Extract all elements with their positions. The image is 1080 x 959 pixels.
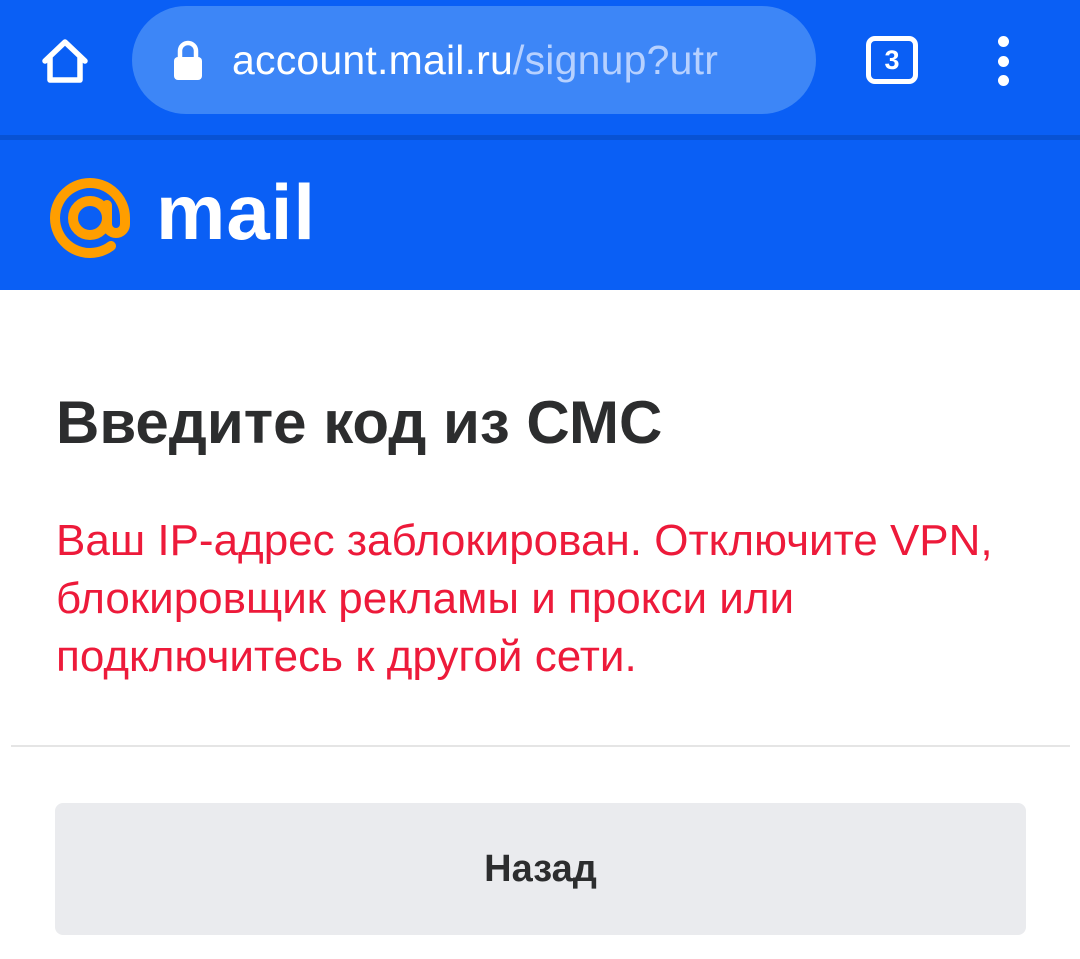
url-path: /signup?utr: [513, 36, 719, 83]
url-text: account.mail.ru/signup?utr: [232, 37, 718, 84]
home-button[interactable]: [32, 28, 98, 94]
browser-toolbar: account.mail.ru/signup?utr 3: [0, 0, 1080, 135]
page-title: Введите код из СМС: [56, 389, 663, 456]
at-sign-logo: [50, 178, 130, 258]
error-message: Ваш IP-адрес заблокирован. Отключите VPN…: [56, 516, 993, 681]
logo-text: mail: [156, 168, 317, 256]
lock-icon: [172, 38, 204, 82]
url-host: account.mail.ru: [232, 36, 514, 83]
address-bar[interactable]: account.mail.ru/signup?utr: [132, 6, 816, 114]
tab-switcher-button[interactable]: 3: [866, 36, 918, 84]
more-vertical-icon[interactable]: [978, 28, 1028, 94]
back-button[interactable]: Назад: [55, 803, 1026, 935]
mail-logo[interactable]: mail: [44, 172, 316, 264]
separator: [11, 745, 1070, 747]
site-header: mail: [0, 140, 1080, 290]
home-icon: [42, 39, 88, 83]
